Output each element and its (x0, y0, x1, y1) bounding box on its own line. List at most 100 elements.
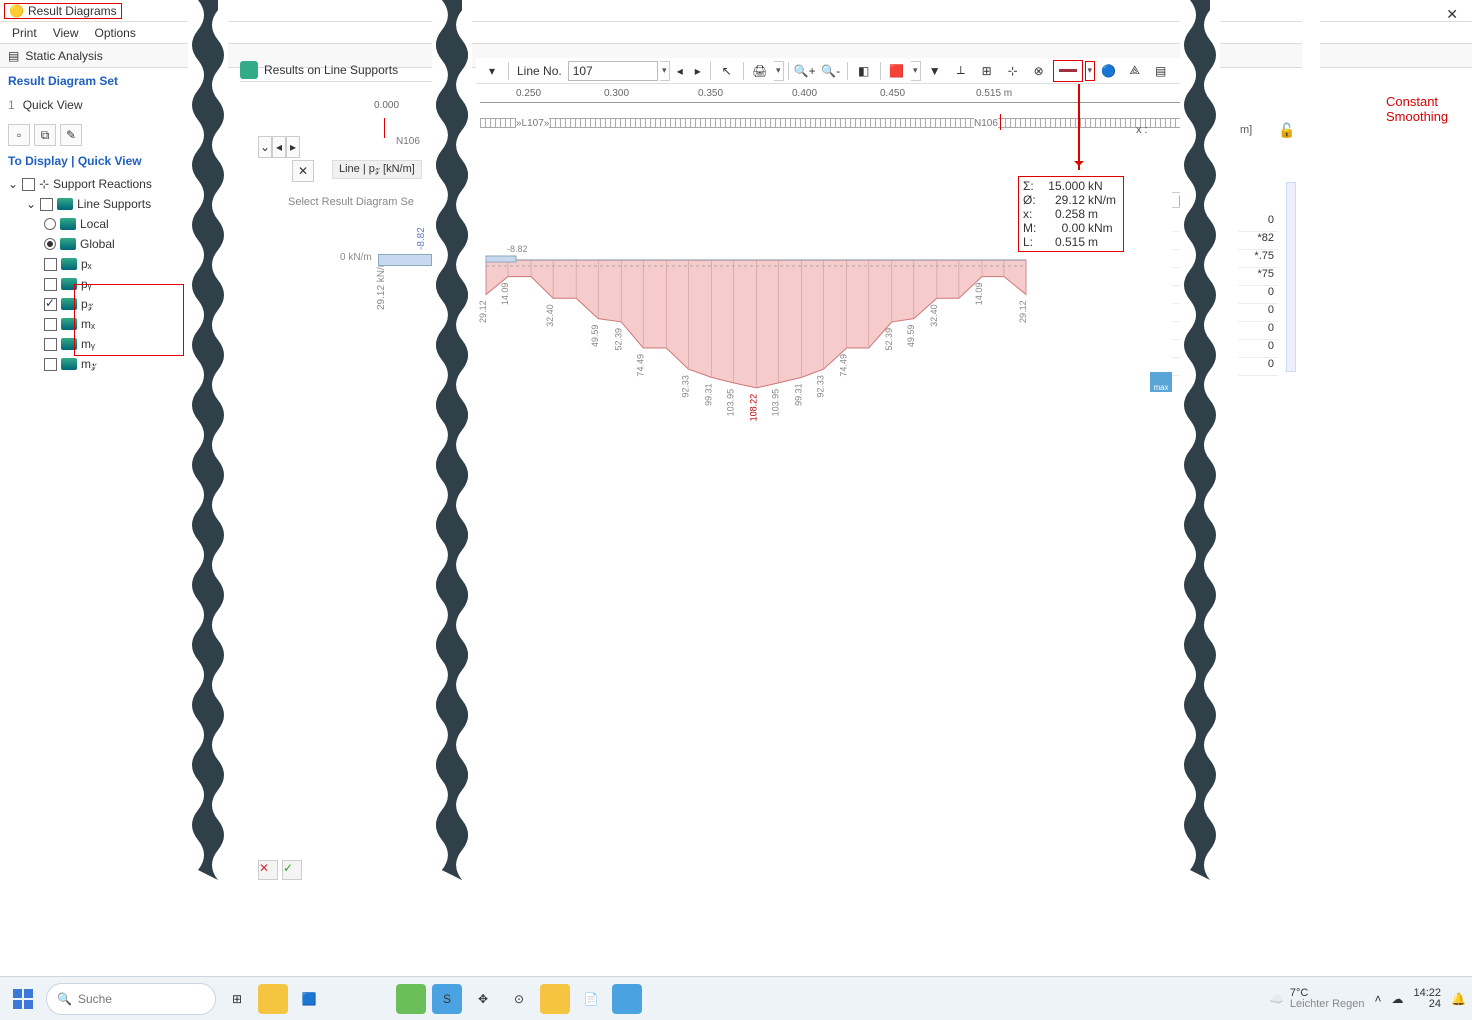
x-unit-label: m] (1240, 124, 1252, 136)
taskbar-search[interactable]: 🔍 Suche (46, 983, 216, 1015)
result-toggle-button[interactable]: 🟥 (885, 60, 909, 82)
app-icon-2[interactable] (540, 984, 570, 1014)
menu-print[interactable]: Print (12, 26, 37, 40)
show-model-button[interactable]: ⟁ (1123, 60, 1147, 82)
snap-button[interactable]: ⊗ (1027, 60, 1051, 82)
weather-widget[interactable]: ☁️ 7°C Leichter Regen (1269, 988, 1365, 1010)
move-icon[interactable]: ✥ (468, 984, 498, 1014)
taskview-icon[interactable]: ⊞ (222, 984, 252, 1014)
tree-mx[interactable]: mₓ (8, 314, 197, 334)
next-line-button[interactable]: ▸ (690, 60, 706, 82)
svg-text:108.22: 108.22 (749, 394, 759, 422)
checkbox[interactable] (44, 278, 57, 291)
dropdown-icon[interactable]: ▾ (774, 61, 784, 81)
checkbox[interactable] (44, 338, 57, 351)
extremes-button[interactable]: ⟂ (949, 60, 973, 82)
search-icon: 🔍 (57, 992, 72, 1006)
svg-text:29.12: 29.12 (1018, 300, 1028, 323)
nav-button[interactable]: ▾ (480, 60, 504, 82)
checkbox[interactable] (44, 358, 57, 371)
scrollbar[interactable] (1286, 182, 1296, 372)
svg-text:49.59: 49.59 (590, 325, 600, 348)
menu-view[interactable]: View (53, 26, 79, 40)
prev-button[interactable]: ◂ (272, 136, 286, 158)
edit-set-button[interactable]: ✎ (60, 124, 82, 146)
tree-mz[interactable]: m𝓏 (8, 354, 197, 374)
line-no-select[interactable]: 107 (568, 61, 658, 81)
svg-text:-8.82: -8.82 (507, 244, 528, 254)
axis-zero-label: 0 kN/m (340, 252, 372, 263)
taskbar: 🔍 Suche ⊞ 🟦 S ✥ ⊙ 📄 ☁️ 7°C Leichter Rege… (0, 976, 1472, 1020)
table-col-right: 0*82*.75*7500000 (1238, 214, 1278, 376)
lock-icon[interactable]: 🔓 (1278, 122, 1295, 139)
tree-global[interactable]: Global (8, 234, 197, 254)
expand-icon[interactable]: ⌄ (26, 197, 36, 211)
checkbox[interactable] (40, 198, 53, 211)
tree-pz[interactable]: p𝓏 (8, 294, 197, 314)
radio[interactable] (44, 218, 56, 230)
print-button[interactable]: 🖨 (748, 60, 772, 82)
explorer-icon[interactable] (258, 984, 288, 1014)
tree-py[interactable]: pᵧ (8, 274, 197, 294)
constant-smoothing-button[interactable] (1053, 60, 1083, 82)
close-panel-button[interactable]: ✕ (292, 160, 314, 182)
checkbox[interactable] (44, 258, 57, 271)
settings-button[interactable]: ▤ (1149, 60, 1173, 82)
check-button[interactable]: ✓ (282, 860, 302, 880)
new-set-button[interactable]: ▫ (8, 124, 30, 146)
grid-button[interactable]: ⊹ (1001, 60, 1025, 82)
display-tree: ⌄ ⊹ Support Reactions ⌄ Line Supports Lo… (8, 174, 197, 374)
zoom-out-button[interactable]: 🔍- (819, 60, 843, 82)
checkbox[interactable] (22, 178, 35, 191)
annotation-label: Constant Smoothing (1386, 94, 1448, 124)
support-icon (61, 338, 77, 350)
checkbox[interactable] (44, 318, 57, 331)
mid-panel: Results on Line Supports (240, 58, 440, 82)
window-title: Result Diagrams (28, 4, 117, 18)
support-icon (61, 298, 77, 310)
close-icon[interactable]: ✕ (1446, 6, 1458, 23)
dropdown-button[interactable]: ⌄ (258, 136, 272, 158)
view-mode-button[interactable]: ◧ (852, 60, 876, 82)
max-filter-icon[interactable]: max (1150, 372, 1172, 392)
tree-my[interactable]: mᵧ (8, 334, 197, 354)
result-diagram-set-title: Result Diagram Set (8, 74, 197, 88)
menu-options[interactable]: Options (94, 26, 135, 40)
deform-button[interactable]: 🔵 (1097, 60, 1121, 82)
cloud-icon[interactable]: ☁ (1392, 992, 1404, 1006)
notepad-icon[interactable]: 📄 (576, 984, 606, 1014)
app-icon-1[interactable] (396, 984, 426, 1014)
dropdown-icon[interactable]: ▾ (911, 61, 921, 81)
tree-line-supports[interactable]: ⌄ Line Supports (8, 194, 197, 214)
dropdown-icon[interactable]: ▾ (660, 61, 670, 81)
zoom-in-button[interactable]: 🔍+ (793, 60, 817, 82)
copy-set-button[interactable]: ⧉ (34, 124, 56, 146)
delete-button[interactable]: ✕ (258, 860, 278, 880)
smoothing-dropdown[interactable]: ▾ (1085, 61, 1095, 81)
node-label: N106 (396, 136, 420, 147)
pick-button[interactable]: ↖ (715, 60, 739, 82)
prev-line-button[interactable]: ◂ (672, 60, 688, 82)
app-icon-3[interactable] (612, 984, 642, 1014)
filter-button[interactable]: ▼ (923, 60, 947, 82)
tray-expand-icon[interactable]: ˄ (1375, 992, 1382, 1006)
teamviewer-icon[interactable]: ⊙ (504, 984, 534, 1014)
quick-view-label[interactable]: Quick View (23, 98, 83, 112)
static-analysis-label[interactable]: Static Analysis (25, 49, 102, 63)
tree-support-reactions[interactable]: ⌄ ⊹ Support Reactions (8, 174, 197, 194)
checkbox[interactable] (44, 298, 57, 311)
svg-text:49.59: 49.59 (906, 325, 916, 348)
start-button[interactable] (6, 982, 40, 1016)
snagit-icon[interactable]: S (432, 984, 462, 1014)
svg-text:103.95: 103.95 (771, 389, 781, 417)
radio[interactable] (44, 238, 56, 250)
next-button[interactable]: ▸ (286, 136, 300, 158)
edge-icon[interactable]: 🟦 (294, 984, 324, 1014)
expand-icon[interactable]: ⌄ (8, 177, 18, 191)
labels-button[interactable]: ⊞ (975, 60, 999, 82)
tree-local[interactable]: Local (8, 214, 197, 234)
torn-edge (432, 0, 472, 880)
tree-px[interactable]: pₓ (8, 254, 197, 274)
notification-icon[interactable]: 🔔 (1451, 992, 1466, 1006)
svg-text:52.39: 52.39 (613, 328, 623, 351)
